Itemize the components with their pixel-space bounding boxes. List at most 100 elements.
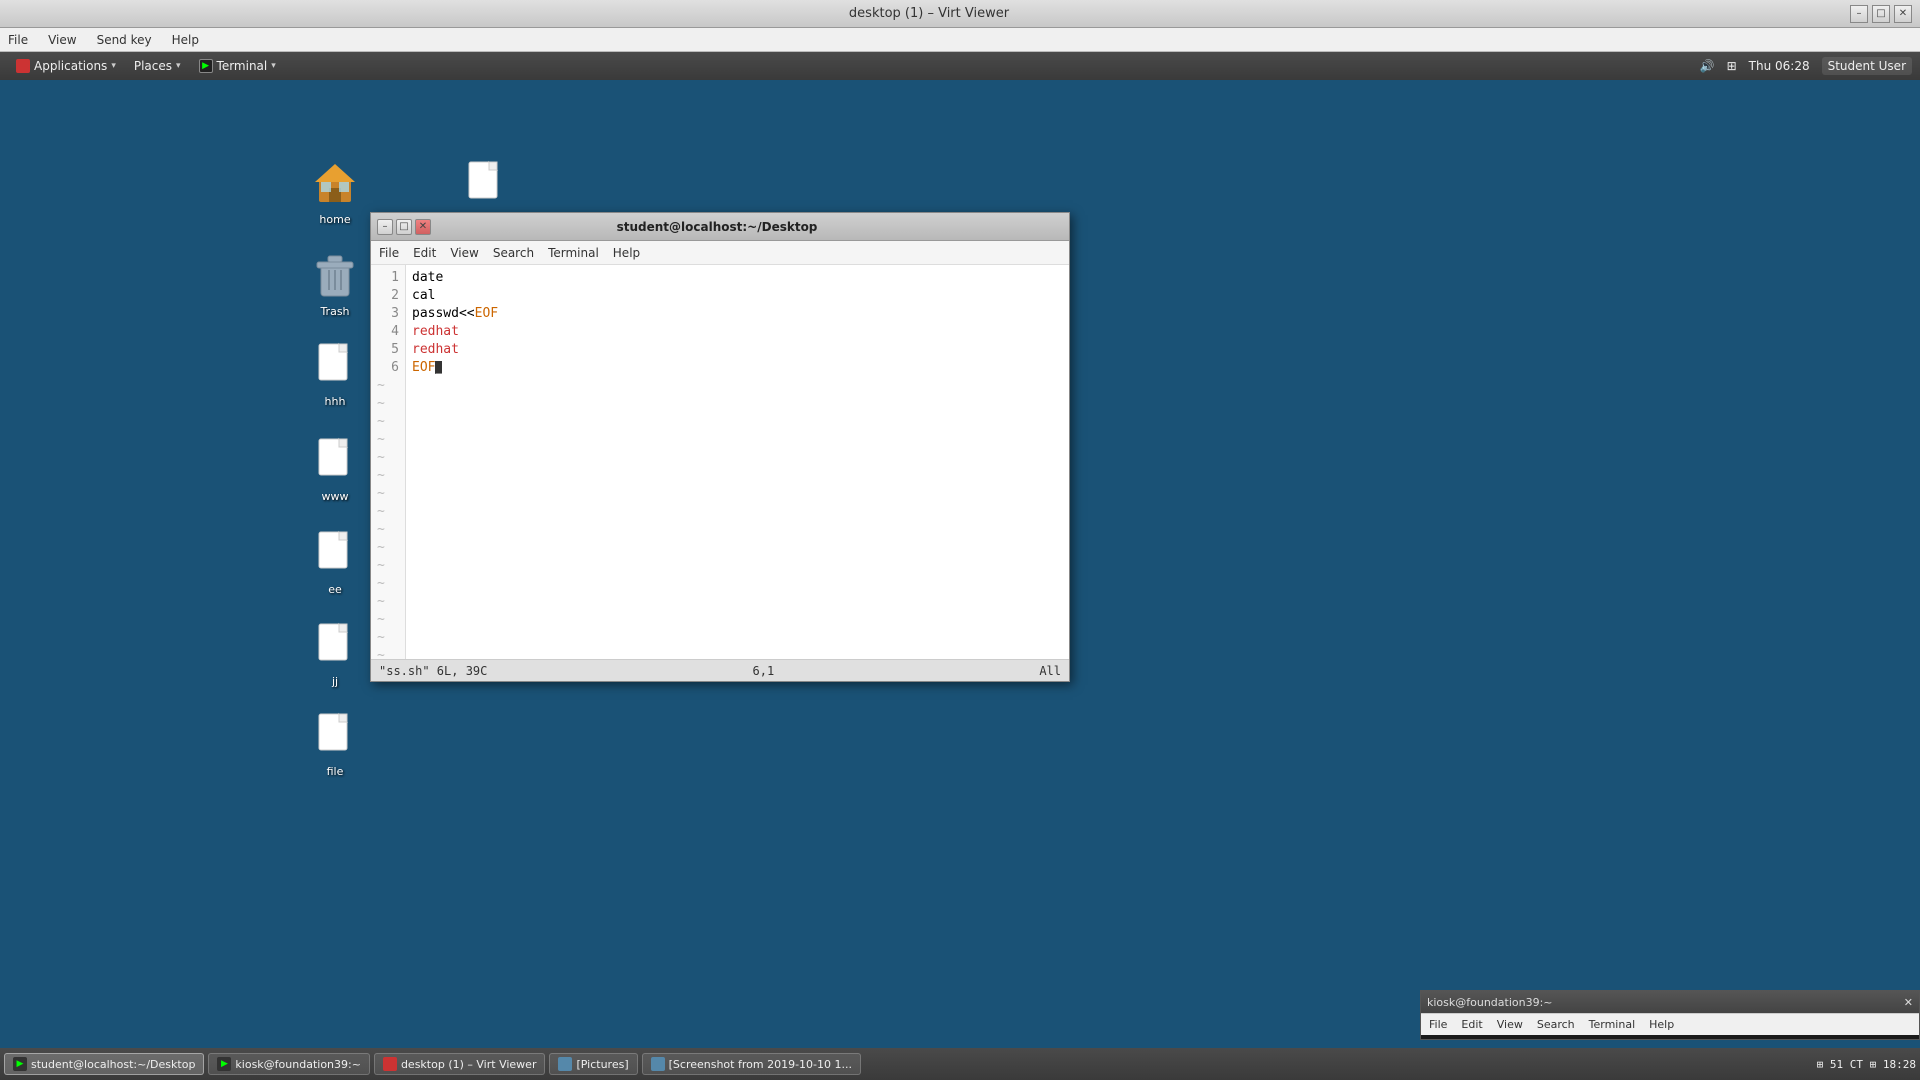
- taskbar-item-virtviewer[interactable]: desktop (1) – Virt Viewer: [374, 1053, 546, 1075]
- vim-statusbar: "ss.sh" 6L, 39C 6,1 All: [371, 659, 1069, 681]
- blank-file-icon: [461, 160, 509, 208]
- desktop-icon-file[interactable]: file: [300, 712, 370, 779]
- volume-icon[interactable]: 🔊: [1700, 59, 1715, 73]
- taskbar-icon-kiosk: ▶: [217, 1057, 231, 1071]
- taskbar-icon-pictures: [558, 1057, 572, 1071]
- tilde-16: ~: [371, 647, 405, 659]
- virt-close-button[interactable]: ✕: [1894, 5, 1912, 23]
- desktop-icon-www[interactable]: www: [300, 437, 370, 504]
- mini-terminal-window: kiosk@foundation39:~ ✕ File Edit View Se…: [1420, 990, 1920, 1040]
- places-arrow: ▾: [176, 61, 181, 71]
- vim-line-6: EOF_: [412, 359, 1063, 377]
- places-menu-button[interactable]: Places ▾: [126, 57, 189, 75]
- terminal-panel-button[interactable]: ▶ Terminal ▾: [191, 57, 284, 75]
- taskbar-right-area: ⊞ 51 CT ⊞ 18:28: [1817, 1058, 1916, 1071]
- taskbar-label-virt: desktop (1) – Virt Viewer: [401, 1058, 537, 1071]
- tilde-13: ~: [371, 593, 405, 611]
- virt-maximize-button[interactable]: □: [1872, 5, 1890, 23]
- home-icon-img: [311, 160, 359, 208]
- panel-time: Thu 06:28: [1749, 59, 1810, 73]
- virt-viewer-title: desktop (1) – Virt Viewer: [8, 6, 1850, 21]
- jj-icon-img: [311, 622, 359, 670]
- virt-menu-file[interactable]: File: [4, 31, 32, 49]
- places-label: Places: [134, 59, 172, 73]
- mini-terminal-title: kiosk@foundation39:~: [1427, 996, 1553, 1009]
- desktop-icon-jj[interactable]: jj: [300, 622, 370, 689]
- taskbar-icon-student: ▶: [13, 1057, 27, 1071]
- taskbar-item-screenshot[interactable]: [Screenshot from 2019-10-10 1...: [642, 1053, 861, 1075]
- terminal-label: Terminal: [217, 59, 268, 73]
- vim-content: 1 2 3 4 5 6 ~ ~ ~ ~ ~ ~ ~ ~: [371, 265, 1069, 659]
- tilde-7: ~: [371, 485, 405, 503]
- virt-minimize-button[interactable]: –: [1850, 5, 1868, 23]
- desktop-icon-trash[interactable]: Trash: [300, 252, 370, 319]
- vim-line-5: redhat: [412, 341, 1063, 359]
- mini-menu-search[interactable]: Search: [1537, 1018, 1575, 1031]
- vim-menu-terminal[interactable]: Terminal: [548, 246, 599, 260]
- hhh-icon-img: [311, 342, 359, 390]
- guest-top-panel: Applications ▾ Places ▾ ▶ Terminal ▾ 🔊 ⊞: [0, 52, 1920, 80]
- tilde-14: ~: [371, 611, 405, 629]
- virt-menu-sendkey[interactable]: Send key: [93, 31, 156, 49]
- tilde-11: ~: [371, 557, 405, 575]
- vim-menu-search[interactable]: Search: [493, 246, 534, 260]
- vim-close-button[interactable]: ✕: [415, 219, 431, 235]
- taskbar-label-student: student@localhost:~/Desktop: [31, 1058, 195, 1071]
- ee-icon-img: [311, 530, 359, 578]
- vim-menu-file[interactable]: File: [379, 246, 399, 260]
- vim-title: student@localhost:~/Desktop: [431, 220, 1003, 234]
- line-num-3: 3: [371, 305, 405, 323]
- vim-menu-help[interactable]: Help: [613, 246, 640, 260]
- desktop-icon-hhh[interactable]: hhh: [300, 342, 370, 409]
- mini-terminal-close[interactable]: ✕: [1904, 996, 1913, 1009]
- vim-minimize-button[interactable]: –: [377, 219, 393, 235]
- vim-status-pos: 6,1: [753, 664, 775, 678]
- virt-menu-view[interactable]: View: [44, 31, 80, 49]
- virt-viewer-controls: – □ ✕: [1850, 5, 1912, 23]
- tilde-12: ~: [371, 575, 405, 593]
- desktop-icon-ee[interactable]: ee: [300, 530, 370, 597]
- vim-text[interactable]: date cal passwd<<EOF redhat redhat EOF_: [406, 265, 1069, 659]
- network-icon[interactable]: ⊞: [1727, 59, 1737, 73]
- vim-maximize-button[interactable]: □: [396, 219, 412, 235]
- desktop-icon-home[interactable]: home: [300, 160, 370, 227]
- taskbar-label-kiosk: kiosk@foundation39:~: [235, 1058, 361, 1071]
- ee-icon-label: ee: [325, 582, 345, 597]
- tilde-5: ~: [371, 449, 405, 467]
- mini-menu-view[interactable]: View: [1497, 1018, 1523, 1031]
- tilde-3: ~: [371, 413, 405, 431]
- terminal-icon: ▶: [199, 59, 213, 73]
- hhh-icon-label: hhh: [322, 394, 349, 409]
- vim-window-controls: – □ ✕: [377, 219, 431, 235]
- vim-content-area[interactable]: 1 2 3 4 5 6 ~ ~ ~ ~ ~ ~ ~ ~: [371, 265, 1069, 681]
- applications-menu-button[interactable]: Applications ▾: [8, 57, 124, 75]
- vim-menu-edit[interactable]: Edit: [413, 246, 436, 260]
- home-icon-label: home: [316, 212, 353, 227]
- mini-menu-terminal[interactable]: Terminal: [1589, 1018, 1636, 1031]
- vim-menu-view[interactable]: View: [450, 246, 478, 260]
- user-menu[interactable]: Student User: [1822, 57, 1912, 75]
- mini-menu-file[interactable]: File: [1429, 1018, 1447, 1031]
- trash-icon-label: Trash: [317, 304, 352, 319]
- file-icon-label: file: [324, 764, 347, 779]
- vim-line-numbers: 1 2 3 4 5 6 ~ ~ ~ ~ ~ ~ ~ ~: [371, 265, 406, 659]
- virt-menu-help[interactable]: Help: [168, 31, 203, 49]
- applications-icon: [16, 59, 30, 73]
- virt-viewer-titlebar: desktop (1) – Virt Viewer – □ ✕: [0, 0, 1920, 28]
- applications-label: Applications: [34, 59, 107, 73]
- trash-icon-img: [311, 252, 359, 300]
- taskbar-item-pictures[interactable]: [Pictures]: [549, 1053, 637, 1075]
- taskbar-icon-virt: [383, 1057, 397, 1071]
- vim-line-1: date: [412, 269, 1063, 287]
- virt-viewer-window: desktop (1) – Virt Viewer – □ ✕ File Vie…: [0, 0, 1920, 1080]
- tilde-6: ~: [371, 467, 405, 485]
- mini-menu-edit[interactable]: Edit: [1461, 1018, 1482, 1031]
- desktop-icon-blank[interactable]: [450, 160, 520, 214]
- file-icon-img: [311, 712, 359, 760]
- line-num-6: 6: [371, 359, 405, 377]
- tilde-8: ~: [371, 503, 405, 521]
- taskbar-item-kiosk[interactable]: ▶ kiosk@foundation39:~: [208, 1053, 370, 1075]
- guest-desktop: Applications ▾ Places ▾ ▶ Terminal ▾ 🔊 ⊞: [0, 52, 1920, 1080]
- mini-menu-help[interactable]: Help: [1649, 1018, 1674, 1031]
- taskbar-item-student-terminal[interactable]: ▶ student@localhost:~/Desktop: [4, 1053, 204, 1075]
